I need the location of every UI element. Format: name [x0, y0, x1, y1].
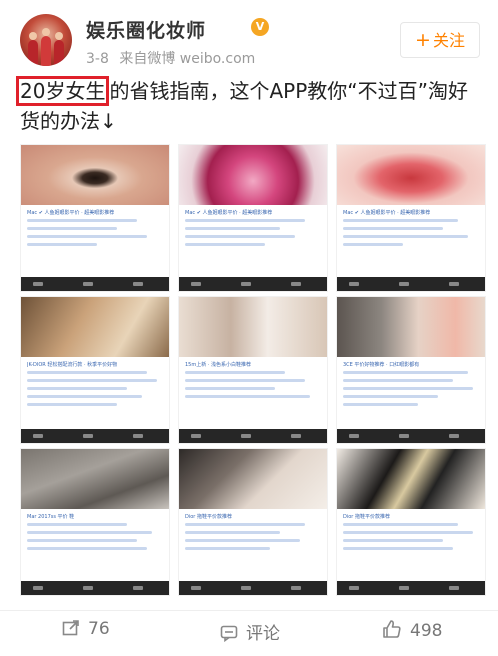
- slippers-photo: [337, 449, 485, 509]
- grid-image-3[interactable]: Mac ✔ 人鱼姬眼影平价 · 超美眼影推荐: [336, 144, 486, 292]
- comment-icon: [220, 625, 238, 643]
- card-title: Mar 2017ss 平价 鞋: [27, 514, 75, 520]
- card-action-bar: [21, 277, 169, 291]
- sandals-photo: [21, 449, 169, 509]
- card-action-bar: [21, 581, 169, 595]
- author-name[interactable]: 娱乐圈化妆师: [86, 16, 206, 43]
- grid-image-6[interactable]: 3CE 平价好物推荐 · 口红眼影都有: [336, 296, 486, 444]
- cosmetics-photo: [337, 297, 485, 357]
- glitter-jar-photo: [179, 145, 327, 205]
- grid-image-7[interactable]: Mar 2017ss 平价 鞋: [20, 448, 170, 596]
- card-action-bar: [179, 277, 327, 291]
- shoes-photo: [179, 297, 327, 357]
- post-source: 来自微博 weibo.com: [119, 51, 256, 67]
- card-action-bar: [179, 429, 327, 443]
- post-date: 3-8: [86, 51, 109, 67]
- grid-image-5[interactable]: 15m上新 · 浅色系小白鞋推荐: [178, 296, 328, 444]
- weibo-post: 娱乐圈化妆师 V 3-8 来自微博 weibo.com + 关注 20岁女生 的省钱…: [0, 0, 498, 655]
- card-action-bar: [337, 277, 485, 291]
- grid-image-8[interactable]: Dior 拖鞋平价款推荐: [178, 448, 328, 596]
- card-title: 15m上新 · 浅色系小白鞋推荐: [185, 362, 252, 368]
- card-action-bar: [337, 429, 485, 443]
- post-action-bar: 76 评论 498: [0, 610, 498, 656]
- fashion-photo: [21, 297, 169, 357]
- lips-photo: [337, 145, 485, 205]
- card-title: Dior 拖鞋平价款推荐: [185, 514, 232, 520]
- post-header: 娱乐圈化妆师 V 3-8 来自微博 weibo.com + 关注: [20, 14, 490, 70]
- card-action-bar: [21, 429, 169, 443]
- post-meta: 3-8 来自微博 weibo.com: [86, 48, 261, 68]
- grid-image-2[interactable]: Mac ✔ 人鱼姬眼影平价 · 超美眼影推荐: [178, 144, 328, 292]
- verified-badge-icon: V: [251, 18, 269, 36]
- card-title: Mac ✔ 人鱼姬眼影平价 · 超美眼影推荐: [27, 210, 115, 216]
- thumbs-up-icon: [383, 620, 401, 638]
- grid-image-4[interactable]: JK-DIOR 轻松搭配流行款 · 秋季平价好物: [20, 296, 170, 444]
- repost-count: 76: [88, 619, 110, 639]
- card-title: 3CE 平价好物推荐 · 口红眼影都有: [343, 362, 420, 368]
- eye-makeup-photo: [21, 145, 169, 205]
- plus-icon: +: [415, 29, 431, 51]
- highlighted-text: 20岁女生: [16, 76, 110, 106]
- card-title: Mac ✔ 人鱼姬眼影平价 · 超美眼影推荐: [185, 210, 273, 216]
- repost-button[interactable]: 76: [62, 619, 110, 639]
- like-button[interactable]: 498: [382, 619, 442, 641]
- follow-button[interactable]: + 关注: [400, 22, 480, 58]
- like-count: 498: [410, 621, 443, 641]
- card-action-bar: [179, 581, 327, 595]
- card-title: Dior 拖鞋平价款推荐: [343, 514, 390, 520]
- card-title: Mac ✔ 人鱼姬眼影平价 · 超美眼影推荐: [343, 210, 431, 216]
- comment-label: 评论: [246, 624, 280, 644]
- post-text: 20岁女生 的省钱指南，这个APP教你“不过百”淘好货的办法↓: [16, 76, 480, 136]
- card-action-bar: [337, 581, 485, 595]
- author-avatar[interactable]: [20, 14, 72, 66]
- comment-button[interactable]: 评论: [220, 619, 280, 644]
- image-grid: Mac ✔ 人鱼姬眼影平价 · 超美眼影推荐 Mac ✔ 人鱼姬眼影平价 · 超…: [20, 144, 486, 596]
- grid-image-9[interactable]: Dior 拖鞋平价款推荐: [336, 448, 486, 596]
- repost-icon: [62, 620, 79, 636]
- grid-image-1[interactable]: Mac ✔ 人鱼姬眼影平价 · 超美眼影推荐: [20, 144, 170, 292]
- follow-label: 关注: [432, 31, 465, 50]
- heels-photo: [179, 449, 327, 509]
- card-title: JK-DIOR 轻松搭配流行款 · 秋季平价好物: [27, 362, 118, 368]
